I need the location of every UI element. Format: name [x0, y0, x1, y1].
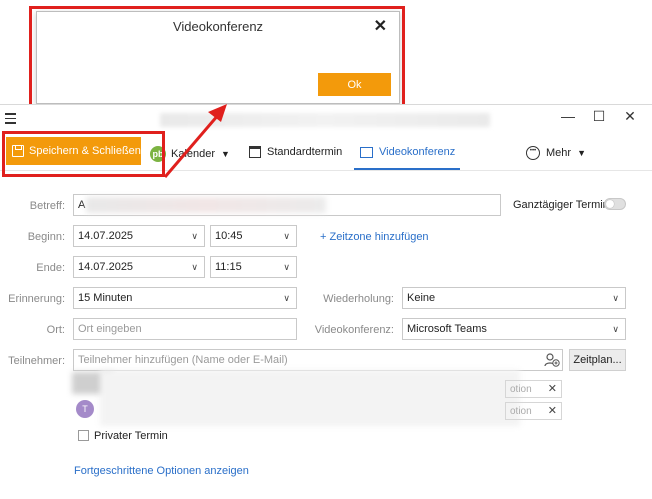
videoconf-value: Microsoft Teams: [407, 323, 487, 335]
chevron-down-icon: ∨: [191, 262, 198, 272]
chevron-down-icon: ∨: [612, 324, 619, 334]
window-title-redacted: [160, 113, 490, 127]
participant-chip: otion ✕: [505, 402, 562, 420]
save-icon: [12, 145, 24, 157]
location-label: Ort:: [46, 324, 65, 336]
end-date-field[interactable]: 14.07.2025 ∨: [73, 256, 205, 278]
hamburger-menu-icon[interactable]: [5, 113, 17, 124]
schedule-button[interactable]: Zeitplan...: [569, 349, 626, 371]
begin-label: Beginn:: [27, 231, 65, 243]
location-input[interactable]: Ort eingeben: [73, 318, 297, 340]
allday-toggle[interactable]: [604, 198, 626, 210]
participants-redacted: [100, 370, 520, 426]
allday-label: Ganztägiger Termin: [513, 199, 609, 211]
title-bar: — ☐ ✕: [0, 105, 652, 131]
video-label: Videokonferenz: [379, 146, 456, 158]
remove-participant-icon[interactable]: ✕: [548, 404, 557, 417]
chevron-down-icon: ∨: [191, 231, 198, 241]
videoconf-select[interactable]: Microsoft Teams ∨: [402, 318, 626, 340]
calendar-dropdown[interactable]: pb Kalender ▼: [150, 146, 230, 162]
chip-text: otion: [510, 405, 532, 417]
video-conference-icon: [360, 146, 373, 158]
end-label: Ende:: [36, 262, 65, 274]
participant-avatar: T: [76, 400, 94, 418]
save-and-close-button[interactable]: Speichern & Schließen: [6, 137, 141, 165]
repeat-select[interactable]: Keine ∨: [402, 287, 626, 309]
participants-input[interactable]: Teilnehmer hinzufügen (Name oder E-Mail): [73, 349, 563, 371]
subject-value: A: [78, 199, 86, 211]
remove-participant-icon[interactable]: ✕: [548, 382, 557, 395]
location-placeholder: Ort eingeben: [78, 323, 142, 335]
dialog-ok-button[interactable]: Ok: [318, 73, 391, 96]
participants-placeholder: Teilnehmer hinzufügen (Name oder E-Mail): [78, 354, 288, 366]
chevron-down-icon: ▼: [221, 149, 230, 159]
videoconf-label: Videokonferenz:: [314, 324, 394, 336]
chevron-down-icon: ∨: [283, 262, 290, 272]
calendar-icon: [249, 146, 261, 158]
advanced-options-link[interactable]: Fortgeschrittene Optionen anzeigen: [74, 465, 249, 477]
begin-time-field[interactable]: 10:45 ∨: [210, 225, 297, 247]
more-dropdown[interactable]: ••• Mehr ▼: [526, 146, 586, 160]
active-tab-underline: [354, 168, 460, 170]
videoconference-dialog: Videokonferenz ✕ Ok: [36, 11, 400, 104]
standard-label: Standardtermin: [267, 146, 343, 158]
maximize-icon[interactable]: ☐: [588, 108, 610, 125]
private-checkbox[interactable]: [78, 430, 89, 441]
begin-date-value: 14.07.2025: [78, 230, 134, 242]
end-time-field[interactable]: 11:15 ∨: [210, 256, 297, 278]
begin-date-field[interactable]: 14.07.2025 ∨: [73, 225, 205, 247]
chip-text: otion: [510, 383, 532, 395]
begin-time-value: 10:45: [215, 230, 243, 242]
subject-label: Betreff:: [29, 200, 65, 212]
calendar-logo-icon: pb: [150, 146, 166, 162]
add-timezone-link[interactable]: + Zeitzone hinzufügen: [320, 231, 429, 243]
more-icon: •••: [526, 146, 540, 160]
end-date-value: 14.07.2025: [78, 261, 134, 273]
end-time-value: 11:15: [215, 261, 242, 273]
chevron-down-icon: ▼: [577, 148, 586, 158]
chevron-down-icon: ∨: [612, 293, 619, 303]
toolbar: Speichern & Schließen pb Kalender ▼ Stan…: [0, 131, 652, 171]
chevron-down-icon: ∨: [283, 231, 290, 241]
private-label: Privater Termin: [94, 430, 168, 442]
dialog-title: Videokonferenz: [172, 19, 264, 34]
tab-standard-appointment[interactable]: Standardtermin: [249, 146, 342, 158]
participants-label: Teilnehmer:: [8, 355, 65, 367]
repeat-value: Keine: [407, 292, 436, 304]
close-window-icon[interactable]: ✕: [619, 108, 641, 125]
participant-chip: otion ✕: [505, 380, 562, 398]
dialog-close-icon[interactable]: ✕: [374, 16, 387, 36]
calendar-label: Kalender: [171, 148, 216, 160]
add-person-icon[interactable]: [544, 352, 560, 368]
minimize-icon[interactable]: —: [557, 108, 579, 124]
save-label: Speichern & Schließen: [29, 145, 141, 157]
chevron-down-icon: ∨: [283, 293, 290, 303]
reminder-select[interactable]: 15 Minuten ∨: [73, 287, 297, 309]
reminder-value: 15 Minuten: [78, 292, 133, 304]
tab-videoconference[interactable]: Videokonferenz: [360, 146, 455, 158]
subject-redacted: [86, 197, 326, 213]
more-label: Mehr: [546, 147, 572, 159]
repeat-label: Wiederholung:: [323, 293, 394, 305]
reminder-label: Erinnerung:: [8, 293, 65, 305]
